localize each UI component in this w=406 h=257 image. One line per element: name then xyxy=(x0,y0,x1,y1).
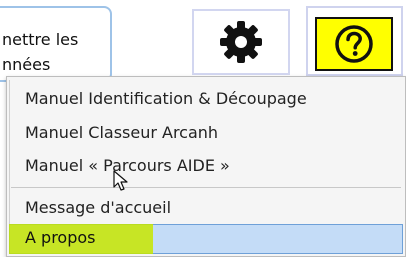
background-button[interactable]: nettre les nnées xyxy=(0,6,112,82)
menu-item-about[interactable]: A propos xyxy=(25,228,95,247)
help-dropdown-menu: Manuel Identification & Découpage Manuel… xyxy=(6,76,406,257)
settings-button[interactable] xyxy=(192,9,290,75)
menu-item-manual-classeur[interactable]: Manuel Classeur Arcanh xyxy=(25,123,218,142)
question-circle-icon xyxy=(335,25,373,63)
menu-item-welcome-message[interactable]: Message d'accueil xyxy=(25,198,171,217)
help-button[interactable] xyxy=(306,6,403,76)
background-button-label-line2: nnées xyxy=(2,55,51,74)
background-button-label-line1: nettre les xyxy=(2,30,79,49)
mouse-pointer-icon xyxy=(113,170,128,191)
menu-item-manual-identification[interactable]: Manuel Identification & Découpage xyxy=(25,89,307,108)
gear-icon xyxy=(220,21,262,63)
menu-separator xyxy=(11,187,401,188)
help-button-face xyxy=(315,17,393,71)
